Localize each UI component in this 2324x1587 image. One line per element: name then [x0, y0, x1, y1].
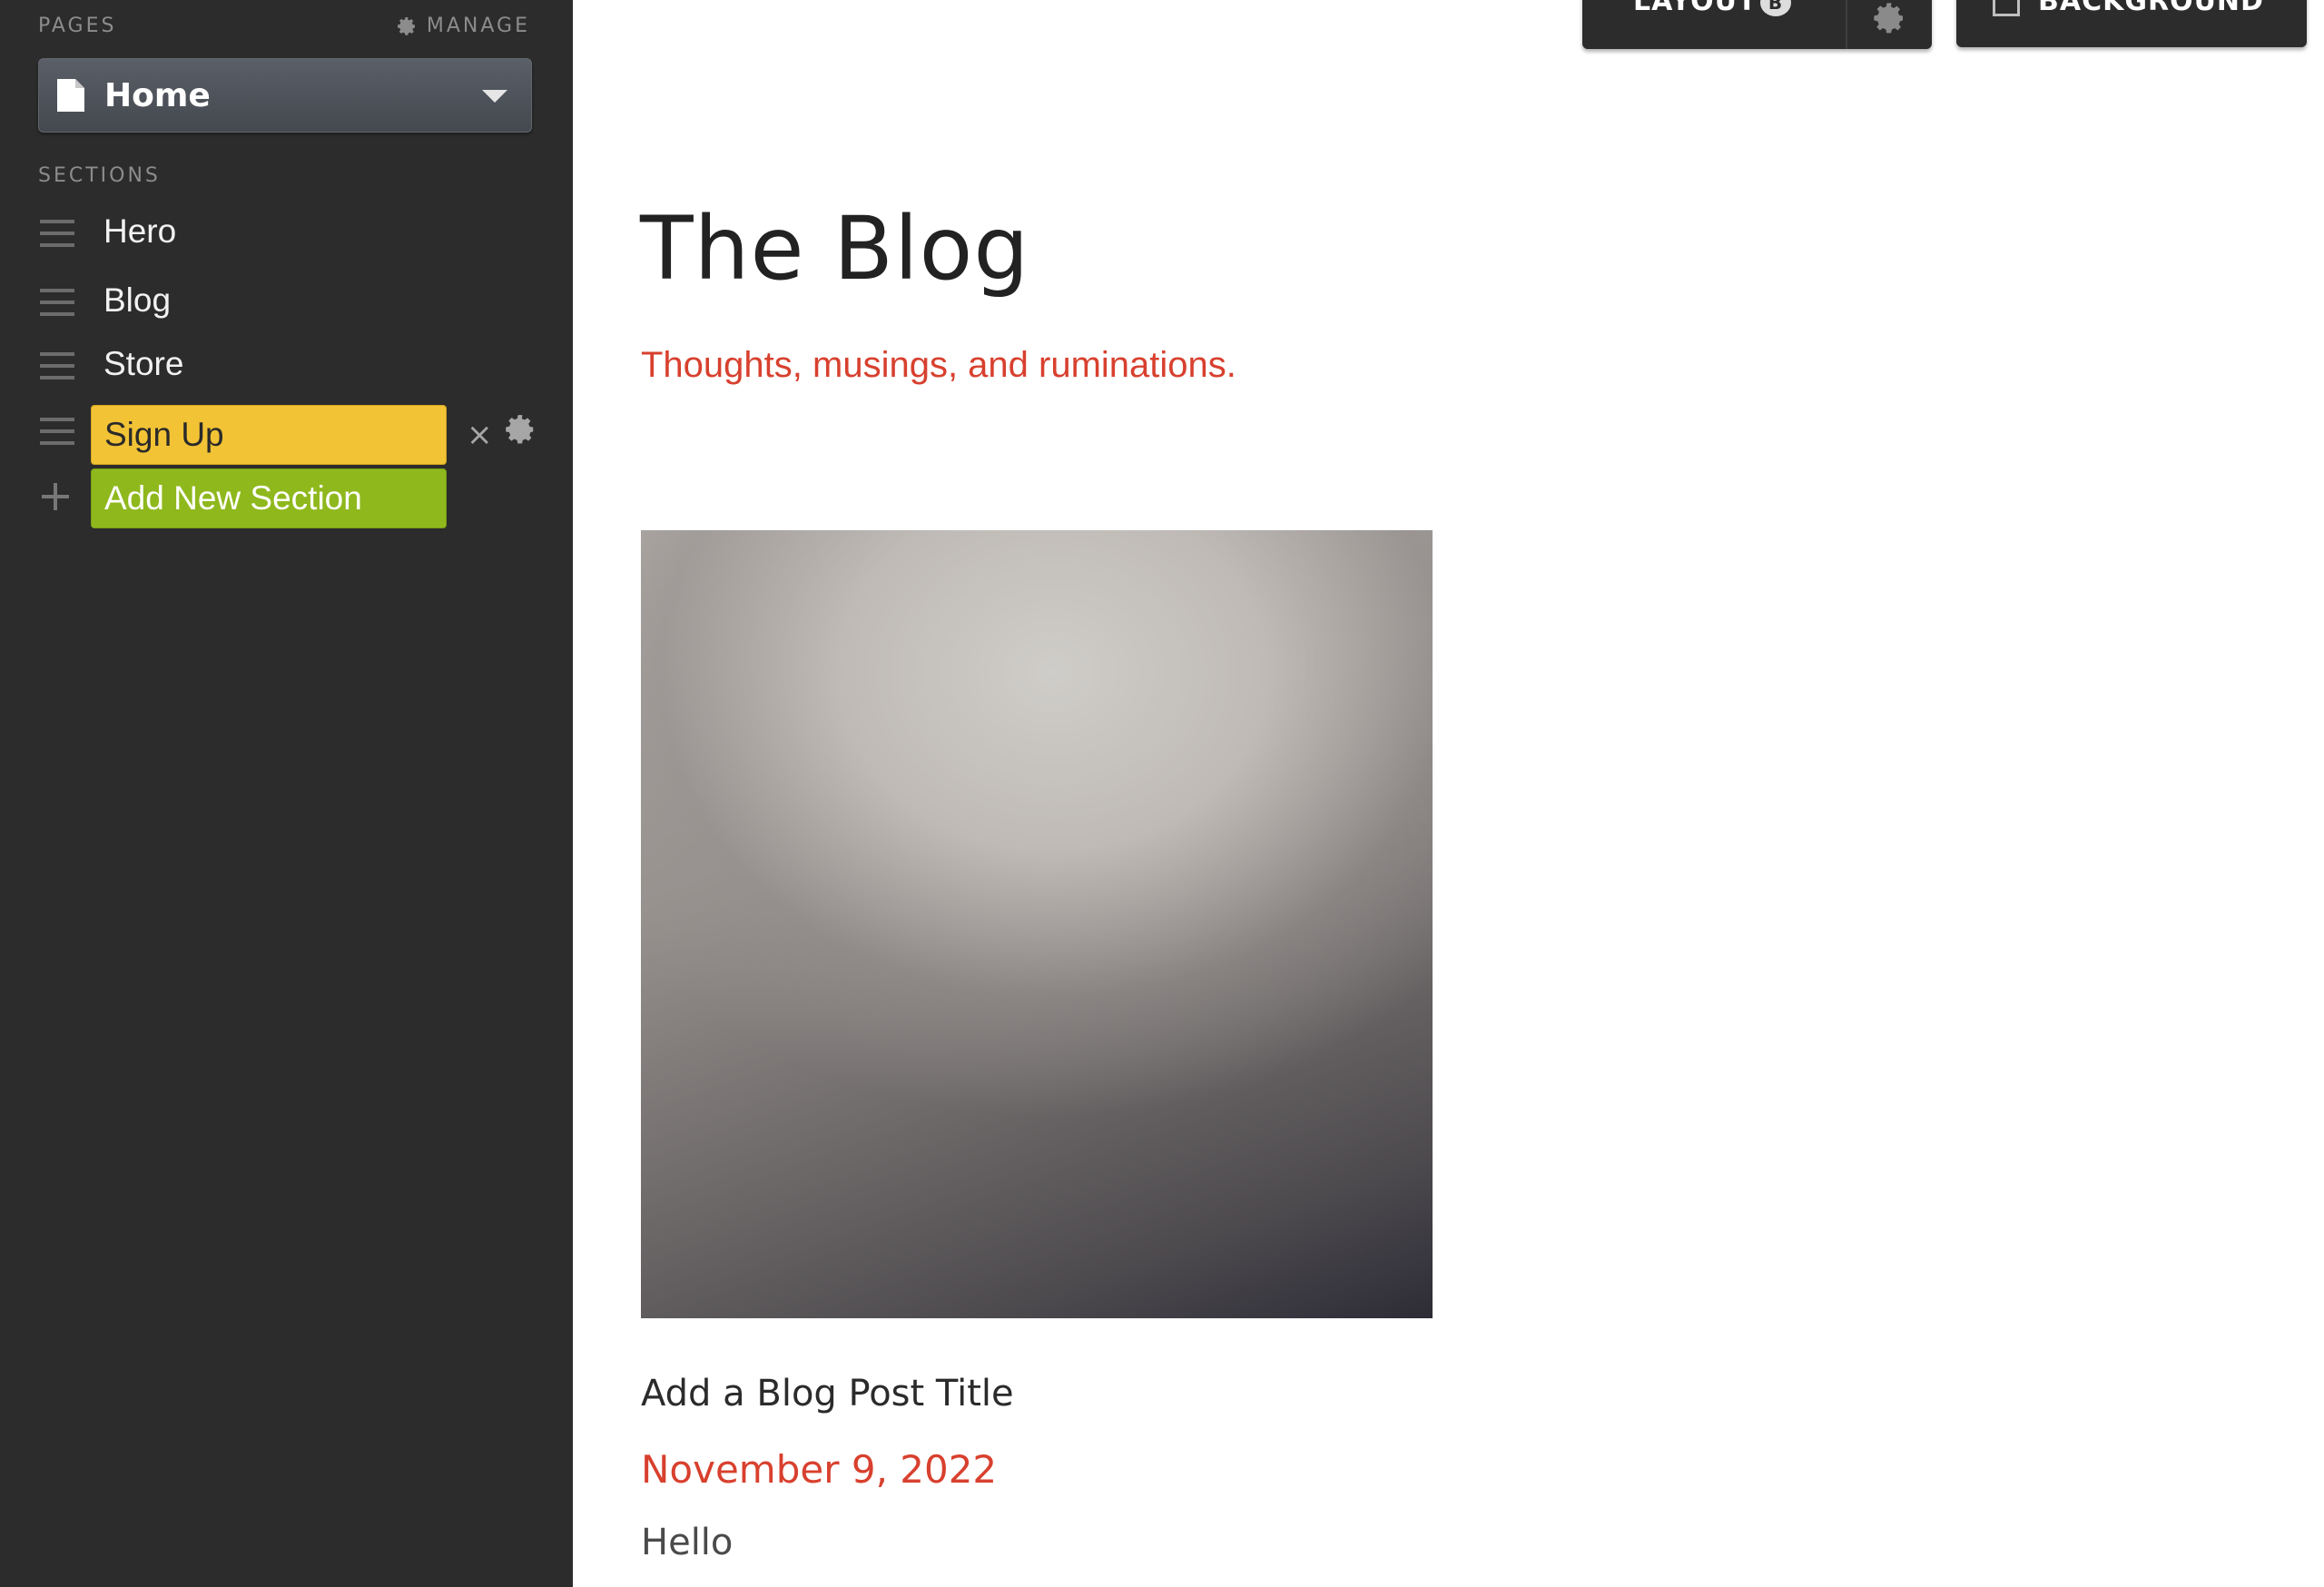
document-icon — [57, 79, 84, 112]
sections-caption: SECTIONS — [38, 164, 161, 187]
section-label: Hero — [103, 212, 177, 250]
image-icon — [1993, 0, 2020, 16]
blog-post-date: November 9, 2022 — [641, 1447, 998, 1492]
layout-label: LAYOUT — [1633, 0, 1758, 17]
layout-toolbar: LAYOUT B — [1582, 0, 1932, 49]
page-select-value: Home — [104, 76, 211, 114]
drag-handle-icon[interactable] — [40, 220, 74, 247]
blog-post-image[interactable] — [641, 530, 1433, 1318]
section-label-highlighted[interactable]: Sign Up — [91, 405, 447, 465]
section-item-store[interactable]: Store — [0, 338, 573, 401]
background-label: BACKGROUND — [2038, 0, 2264, 17]
manage-pages-link[interactable]: MANAGE — [396, 15, 530, 37]
plus-icon — [42, 483, 69, 510]
background-button[interactable]: BACKGROUND — [1956, 0, 2307, 47]
drag-handle-icon[interactable] — [40, 418, 74, 445]
pages-caption: PAGES — [38, 15, 117, 37]
page-select-dropdown[interactable]: Home — [38, 58, 532, 133]
blog-post-excerpt[interactable]: Hello — [641, 1522, 733, 1563]
editor-sidebar: PAGES MANAGE Home SECTIONS Hero Blog Sto… — [0, 0, 573, 1587]
gear-icon — [397, 16, 415, 35]
section-item-sign-up[interactable]: Sign Up × — [0, 403, 573, 467]
gear-icon — [1874, 3, 1903, 34]
close-icon[interactable]: × — [467, 419, 493, 450]
section-item-blog[interactable]: Blog — [0, 274, 573, 338]
manage-label: MANAGE — [426, 15, 530, 37]
blog-subtitle[interactable]: Thoughts, musings, and ruminations. — [641, 345, 1236, 386]
section-label: Blog — [103, 281, 172, 319]
blog-post-title[interactable]: Add a Blog Post Title — [641, 1373, 1014, 1414]
drag-handle-icon[interactable] — [40, 289, 74, 316]
drag-handle-icon[interactable] — [40, 352, 74, 380]
gear-icon[interactable] — [503, 412, 537, 447]
add-section-row: Add New Section — [0, 467, 573, 530]
layout-settings-button[interactable] — [1847, 0, 1932, 49]
layout-badge: B — [1760, 0, 1791, 16]
add-new-section-button[interactable]: Add New Section — [91, 468, 447, 528]
chevron-down-icon — [482, 90, 507, 103]
layout-button[interactable]: LAYOUT B — [1582, 0, 1846, 49]
section-item-hero[interactable]: Hero — [0, 205, 573, 269]
blog-title[interactable]: The Blog — [640, 198, 1029, 300]
section-label: Store — [103, 345, 184, 382]
